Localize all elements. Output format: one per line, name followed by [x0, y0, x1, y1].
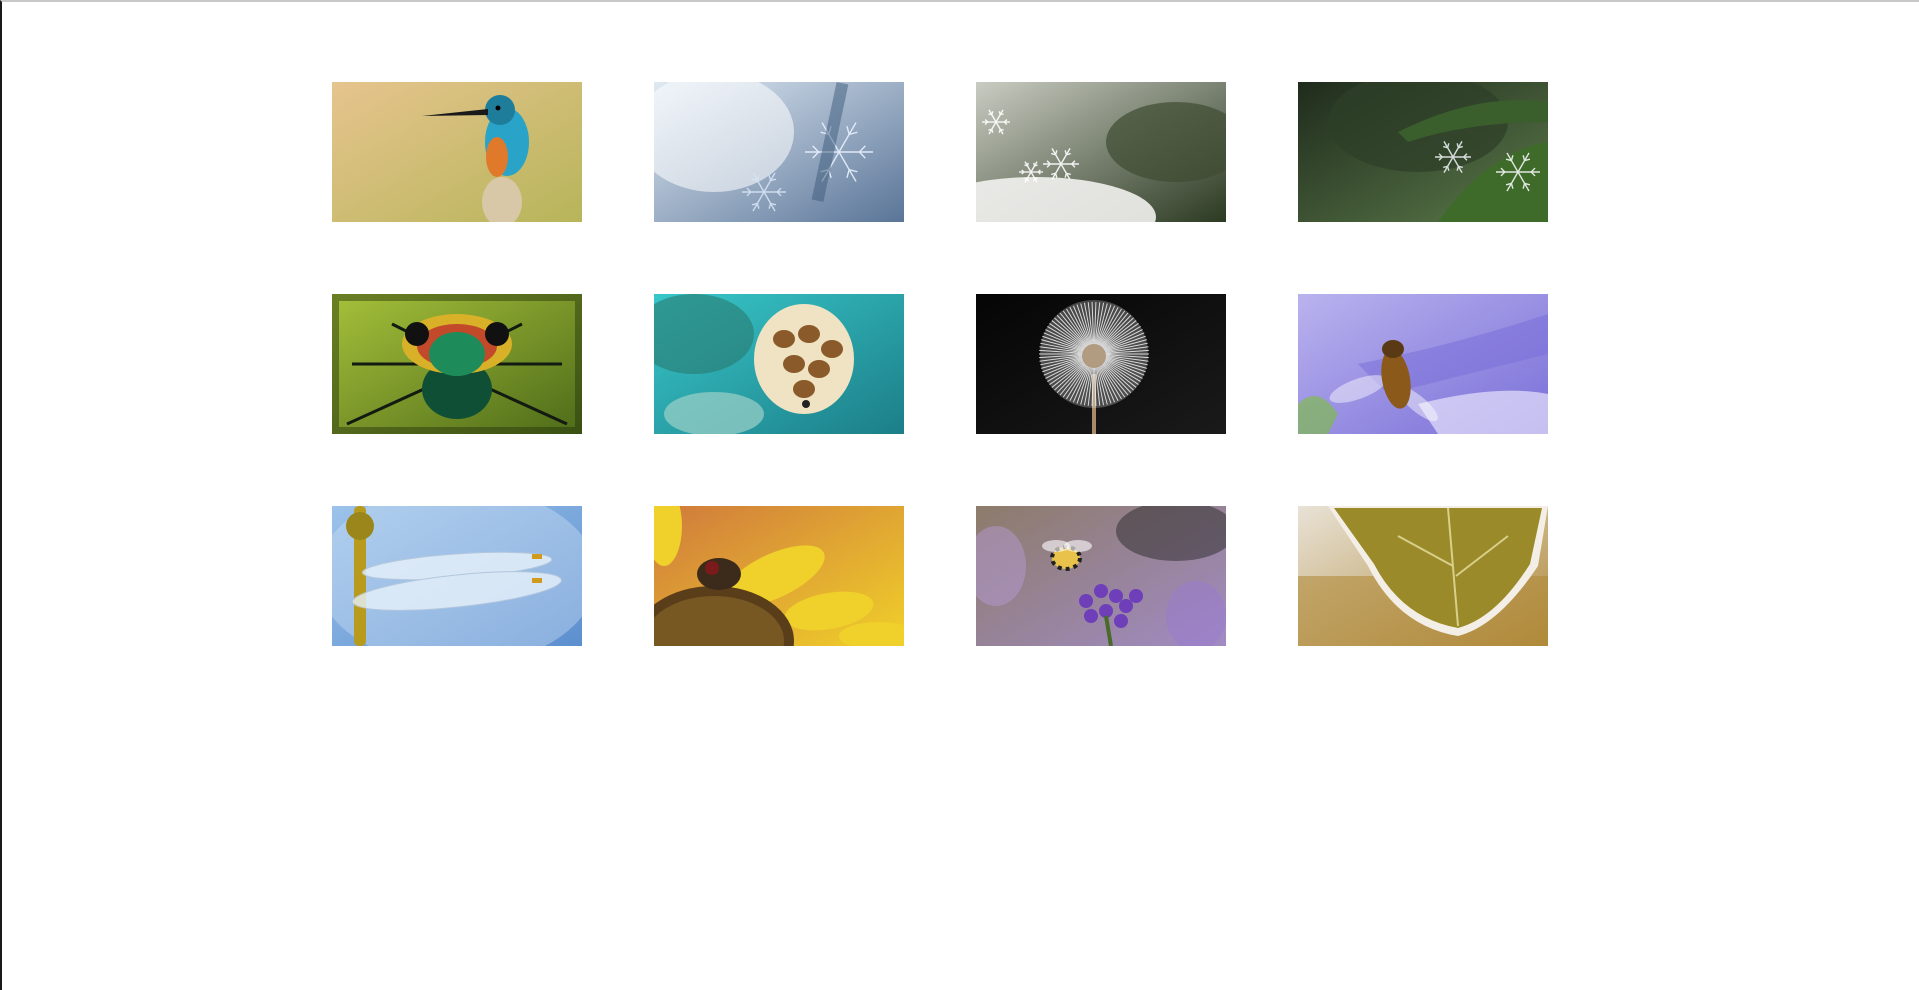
gallery-thumbnail[interactable] [654, 82, 904, 222]
frosted-leaf-photo [1298, 506, 1548, 646]
gallery-thumbnail[interactable] [976, 294, 1226, 434]
dandelion-photo [976, 294, 1226, 434]
gallery-thumbnail[interactable] [332, 82, 582, 222]
bee-photo [976, 506, 1226, 646]
gallery-thumbnail[interactable] [976, 506, 1226, 646]
gallery-thumbnail[interactable] [1298, 506, 1548, 646]
turtle-photo [654, 294, 904, 434]
image-gallery [332, 82, 1550, 646]
gallery-thumbnail[interactable] [976, 82, 1226, 222]
browser-viewport [0, 0, 1919, 990]
gallery-thumbnail[interactable] [654, 294, 904, 434]
frost-leaf-photo [1298, 82, 1548, 222]
gallery-thumbnail[interactable] [654, 506, 904, 646]
snowflake-photo [976, 82, 1226, 222]
beetle-photo [332, 294, 582, 434]
kingfisher-photo [332, 82, 582, 222]
gallery-thumbnail[interactable] [1298, 294, 1548, 434]
snowflake-photo [654, 82, 904, 222]
dragonfly-photo [332, 506, 582, 646]
gallery-thumbnail[interactable] [332, 294, 582, 434]
fly-photo [654, 506, 904, 646]
gallery-thumbnail[interactable] [332, 506, 582, 646]
gallery-thumbnail[interactable] [1298, 82, 1548, 222]
hoverfly-photo [1298, 294, 1548, 434]
